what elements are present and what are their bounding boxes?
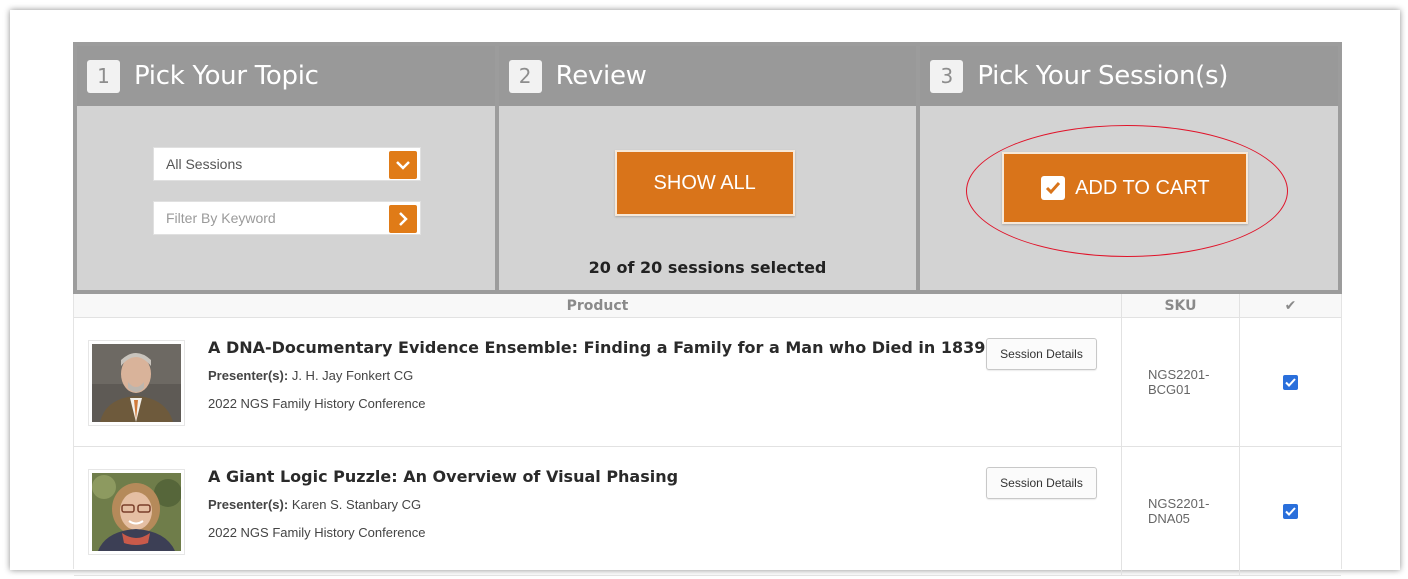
step-body: SHOW ALL 20 of 20 sessions selected [498,106,917,290]
step-review: 2 Review SHOW ALL 20 of 20 sessions sele… [498,46,917,290]
sessions-table: Product SKU ✔ A DNA-Documentary Evidence… [73,294,1342,576]
chevron-right-icon[interactable] [389,205,417,233]
presenter-label: Presenter(s): [208,497,289,512]
column-header-check: ✔ [1239,294,1341,317]
session-details-button[interactable]: Session Details [986,467,1097,499]
step-number: 2 [508,59,542,93]
session-checkbox[interactable] [1283,503,1298,519]
step-title: Review [555,61,647,91]
presenter-name: Karen S. Stanbary CG [291,497,422,512]
presenter-name: J. H. Jay Fonkert CG [291,368,414,383]
step-number: 1 [87,59,120,93]
table-row: A Giant Logic Puzzle: An Overview of Vis… [74,447,1341,576]
sku-line: DNA05 [1148,511,1190,526]
step-number: 3 [930,59,964,93]
presenter-line: Presenter(s): Karen S. Stanbary CG [208,497,421,512]
step-title: Pick Your Topic [134,61,319,91]
check-cell [1239,447,1341,575]
sku-line: NGS2201- [1148,367,1210,382]
keyword-filter-input[interactable]: Filter By Keyword [153,201,421,235]
step-pick-topic: 1 Pick Your Topic All Sessions Filter By… [77,46,495,290]
annotation-circle [966,125,1288,257]
sku-cell: NGS2201- BCG01 [1121,318,1239,446]
step-title: Pick Your Session(s) [977,61,1229,91]
topic-select-value: All Sessions [166,156,243,172]
conference-name: 2022 NGS Family History Conference [208,525,426,540]
presenter-label: Presenter(s): [208,368,289,383]
presenter-photo [88,340,185,426]
topic-select[interactable]: All Sessions [153,147,421,181]
conference-name: 2022 NGS Family History Conference [208,396,426,411]
sku-cell: NGS2201- DNA05 [1121,447,1239,575]
presenter-line: Presenter(s): J. H. Jay Fonkert CG [208,368,413,383]
product-cell: A Giant Logic Puzzle: An Overview of Vis… [74,447,1121,575]
session-title[interactable]: A Giant Logic Puzzle: An Overview of Vis… [208,467,678,486]
selected-count: 20 of 20 sessions selected [588,258,827,277]
product-cell: A DNA-Documentary Evidence Ensemble: Fin… [74,318,1121,446]
check-cell [1239,318,1341,446]
sku-line: BCG01 [1148,382,1191,397]
chevron-down-icon[interactable] [389,151,417,179]
table-header: Product SKU ✔ [74,294,1341,318]
session-title[interactable]: A DNA-Documentary Evidence Ensemble: Fin… [208,338,985,357]
sku-line: NGS2201- [1148,496,1210,511]
table-row: A DNA-Documentary Evidence Ensemble: Fin… [74,318,1341,447]
column-header-product: Product [566,297,629,314]
session-details-button[interactable]: Session Details [986,338,1097,370]
presenter-photo [88,469,185,555]
step-header: 2 Review [498,46,917,106]
show-all-button[interactable]: SHOW ALL [614,150,795,216]
column-header-sku: SKU [1121,294,1239,317]
session-checkbox[interactable] [1283,374,1298,390]
step-header: 1 Pick Your Topic [77,46,495,106]
step-header: 3 Pick Your Session(s) [920,46,1339,106]
keyword-filter-placeholder: Filter By Keyword [166,210,276,226]
step-body: All Sessions Filter By Keyword [77,106,495,290]
